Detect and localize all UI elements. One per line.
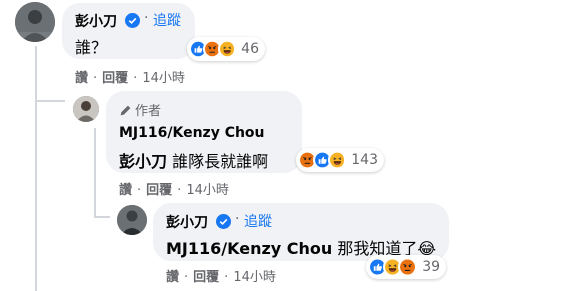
mention-tag[interactable]: 彭小刀 — [119, 152, 167, 171]
comment-text: 彭小刀 誰隊長就誰啊 — [119, 148, 268, 172]
follow-button[interactable]: 追蹤 — [244, 211, 272, 231]
avatar[interactable] — [15, 2, 55, 42]
author-badge: 作者 — [119, 100, 161, 119]
separator-dot: · — [93, 71, 98, 86]
avatar[interactable] — [73, 96, 99, 122]
reaction-summary[interactable]: 143 — [296, 148, 384, 172]
haha-reaction-icon — [217, 39, 237, 59]
separator-dot: · — [133, 71, 138, 86]
separator-dot: · — [137, 183, 142, 198]
reaction-summary[interactable]: 39 — [366, 255, 446, 279]
separator-dot: · — [235, 211, 240, 227]
separator-dot: · — [224, 270, 229, 285]
comment-actions: 讚 · 回覆 · 14小時 — [166, 266, 276, 285]
follow-button[interactable]: 追蹤 — [153, 10, 181, 30]
reaction-count: 143 — [351, 152, 378, 168]
thread-line-branch — [94, 216, 110, 218]
thread-line-branch — [35, 100, 65, 102]
reaction-count: 39 — [422, 259, 441, 275]
author-badge-label: 作者 — [135, 104, 162, 119]
separator-dot: · — [184, 270, 189, 285]
comment-text: 誰？ — [75, 38, 108, 57]
verified-badge-icon — [216, 214, 231, 229]
verified-badge-icon — [125, 13, 140, 28]
haha-reaction-icon — [327, 150, 347, 170]
avatar[interactable] — [117, 205, 147, 235]
separator-dot: · — [144, 10, 149, 26]
reaction-summary[interactable]: 46 — [187, 37, 265, 61]
comment-actions: 讚 · 回覆 · 14小時 — [75, 67, 185, 86]
comment-actions: 讚 · 回覆 · 14小時 — [119, 179, 229, 198]
angry-reaction-icon — [398, 257, 418, 277]
comment-author[interactable]: 彭小刀 — [166, 212, 208, 232]
timestamp[interactable]: 14小時 — [186, 183, 229, 198]
thread-line — [94, 128, 96, 218]
comment-author[interactable]: MJ116/Kenzy Chou — [119, 125, 265, 141]
comment-body: 誰隊長就誰啊 — [172, 152, 269, 171]
timestamp[interactable]: 14小時 — [142, 71, 185, 86]
reaction-count: 46 — [241, 41, 259, 57]
reply-button[interactable]: 回覆 — [146, 183, 172, 198]
mention-tag[interactable]: MJ116/Kenzy Chou — [166, 239, 332, 258]
reply-button[interactable]: 回覆 — [193, 270, 219, 285]
like-button[interactable]: 讚 — [166, 270, 179, 285]
timestamp[interactable]: 14小時 — [233, 270, 276, 285]
reply-button[interactable]: 回覆 — [102, 71, 128, 86]
comment-author[interactable]: 彭小刀 — [75, 11, 117, 31]
like-button[interactable]: 讚 — [75, 71, 88, 86]
pencil-icon — [120, 105, 131, 116]
thread-line — [35, 46, 37, 291]
separator-dot: · — [177, 183, 182, 198]
like-button[interactable]: 讚 — [119, 183, 132, 198]
